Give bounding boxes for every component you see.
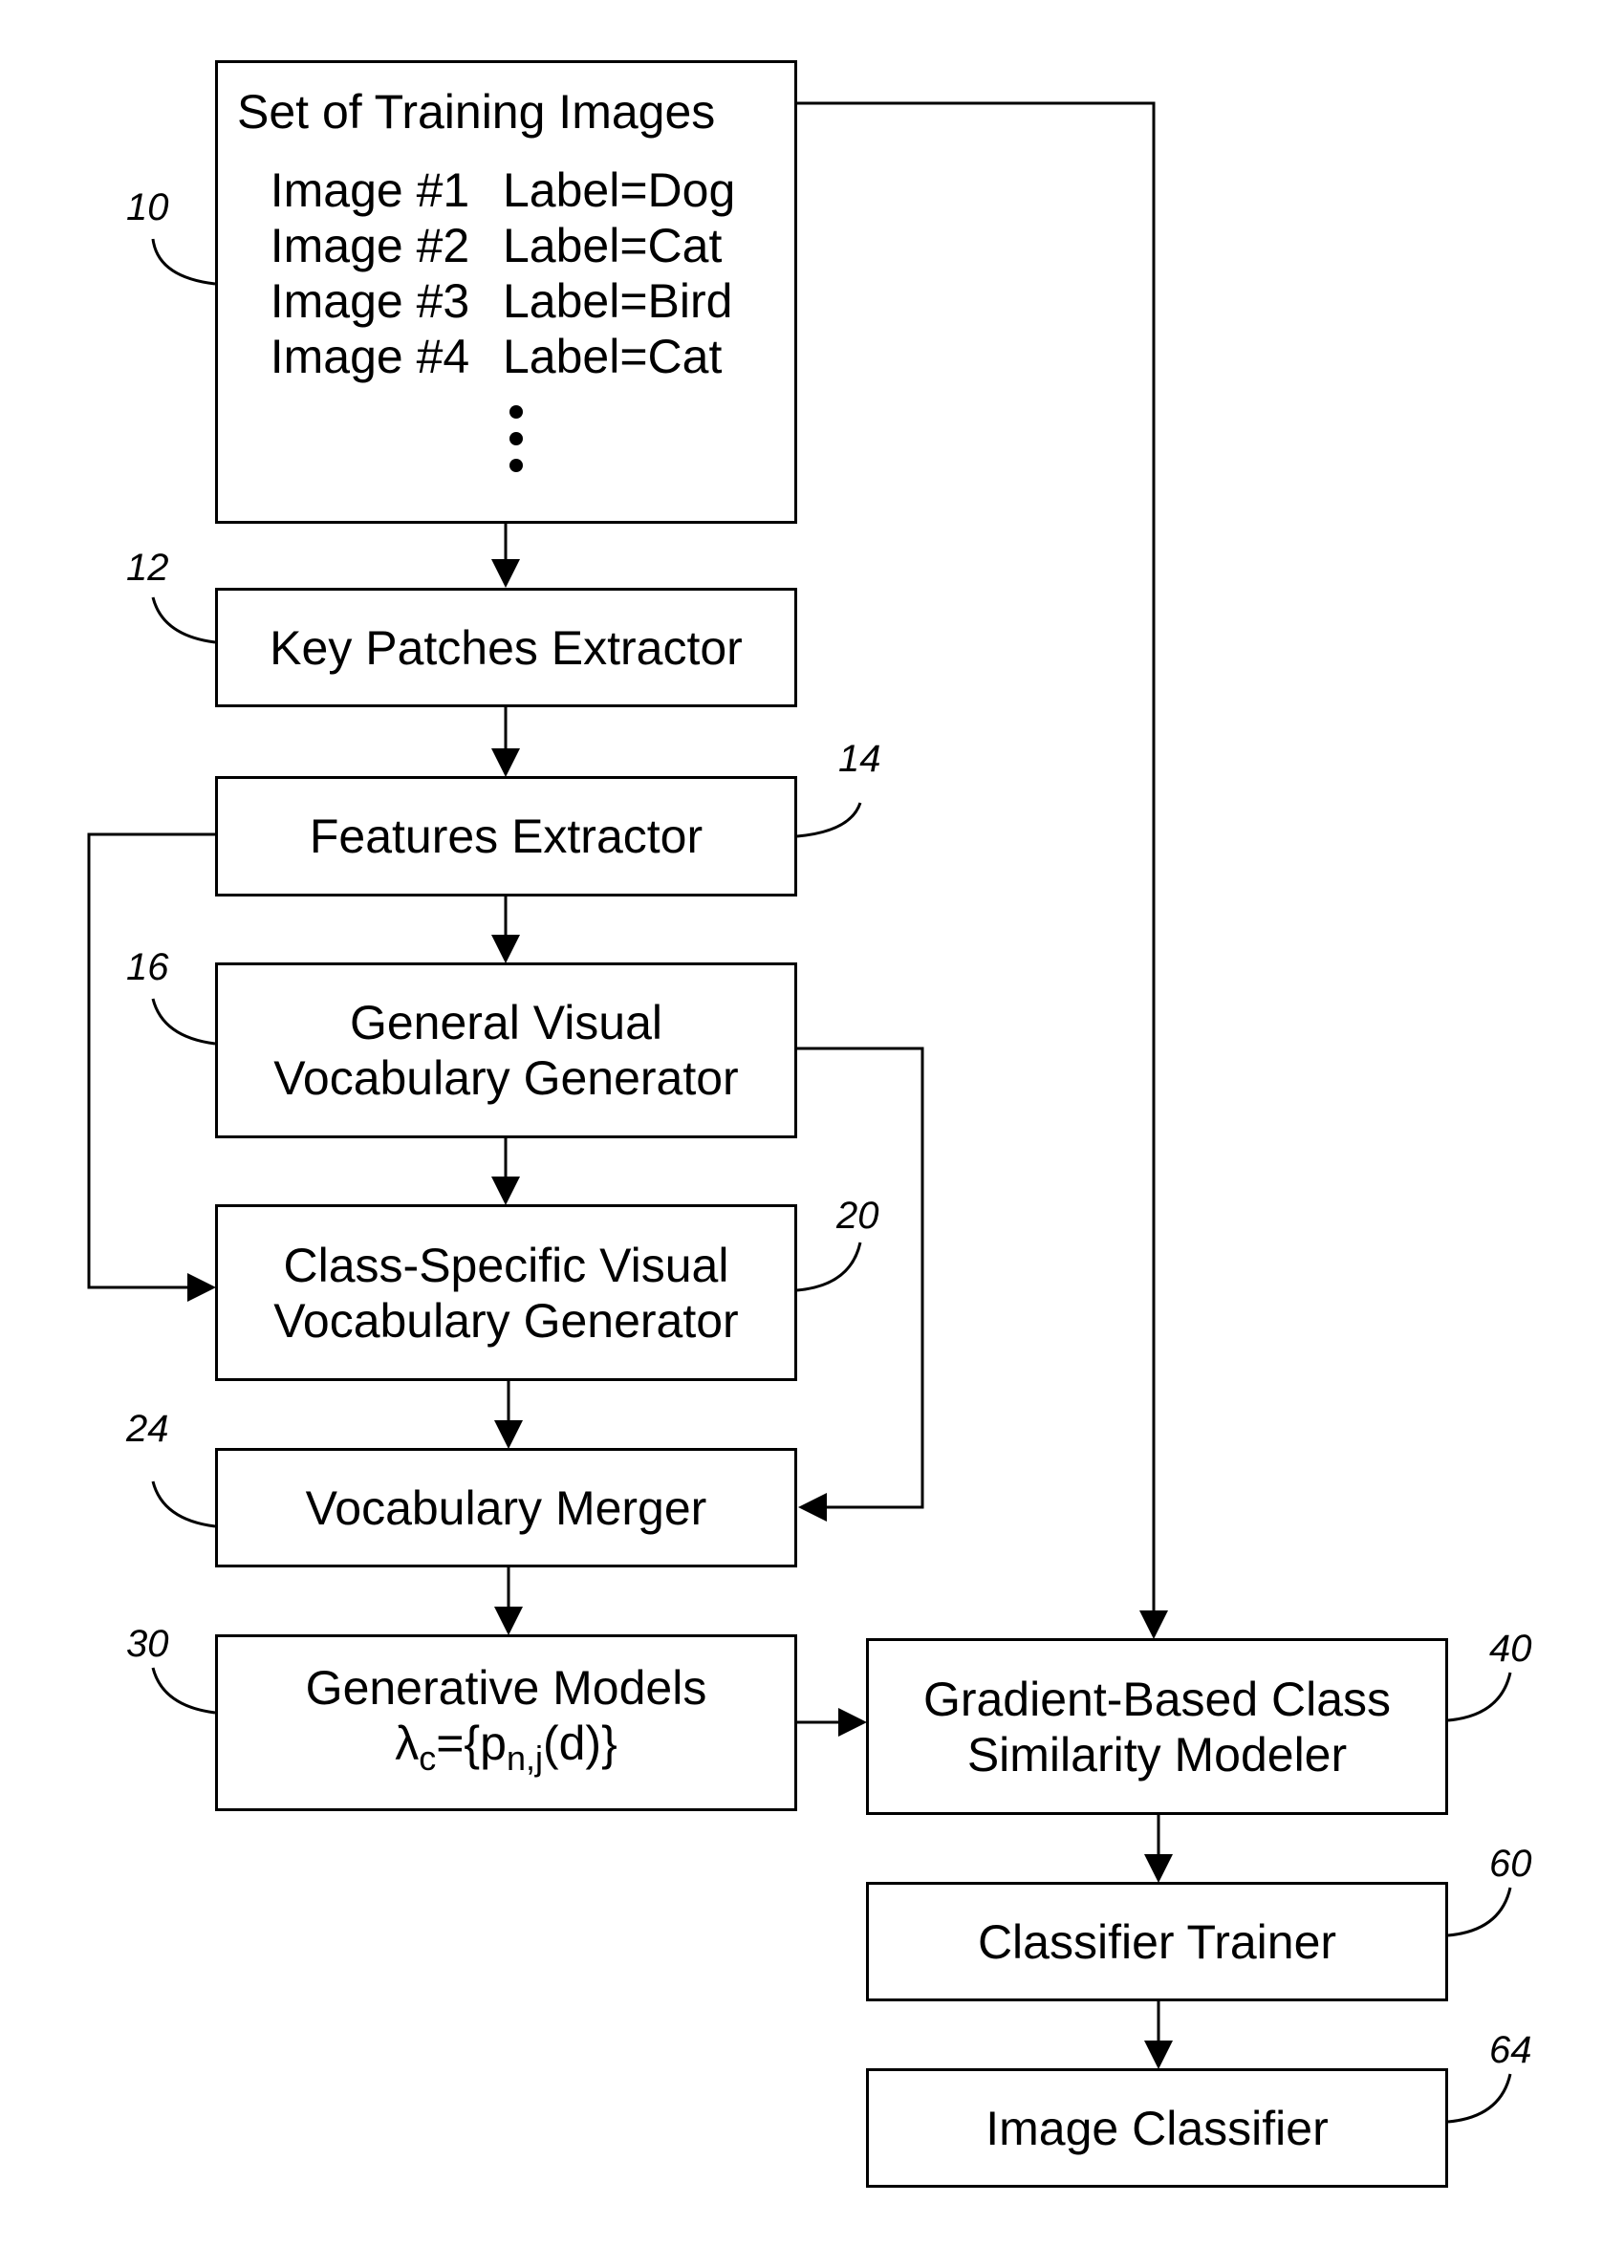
block-classifier-trainer: Classifier Trainer [866,1882,1448,2001]
leader-14 [796,802,862,838]
block-features-extractor: Features Extractor [215,776,797,896]
block-class-specific-vocabulary-generator: Class-Specific Visual Vocabulary Generato… [215,1204,797,1381]
list-item: Image #4 Label=Cat [270,330,723,383]
ref-label: 12 [126,547,169,589]
leader-40 [1447,1672,1512,1722]
block-general-visual-vocabulary-generator: General Visual Vocabulary Generator [215,962,797,1138]
leader-12 [151,596,216,644]
formula: λc={pn,j(d)} [395,1716,617,1778]
ref-label: 30 [126,1623,169,1665]
leader-10 [151,238,216,286]
ref-label: 10 [126,186,169,228]
block-vocabulary-merger: Vocabulary Merger [215,1448,797,1567]
arrow-16-24 [797,1047,924,1522]
leader-30 [151,1667,216,1715]
list-item: Image #1 Label=Dog [270,163,736,217]
block-title: Set of Training Images [237,85,716,139]
ref-label: 16 [126,946,169,988]
block-training-images: Set of Training Images Image #1 Label=Dog… [215,60,797,524]
arrow-14-20 [87,832,216,1302]
ellipsis-icon [509,405,523,472]
ref-label: 14 [838,738,881,780]
leader-64 [1447,2073,1512,2124]
ref-label: 40 [1489,1628,1532,1670]
block-class-similarity-modeler: Gradient-Based Class Similarity Modeler [866,1638,1448,1815]
ref-label: 20 [836,1195,879,1237]
list-item: Image #3 Label=Bird [270,274,733,328]
arrow-10-40 [797,101,1168,1639]
ref-label: 24 [126,1408,169,1450]
block-key-patches-extractor: Key Patches Extractor [215,588,797,707]
block-generative-models: Generative Models λc={pn,j(d)} [215,1634,797,1811]
ref-label: 60 [1489,1843,1532,1885]
block-image-classifier: Image Classifier [866,2068,1448,2188]
leader-20 [796,1242,862,1292]
leader-60 [1447,1887,1512,1937]
ref-label: 64 [1489,2029,1532,2071]
leader-24 [151,1480,216,1528]
list-item: Image #2 Label=Cat [270,219,723,272]
leader-16 [151,998,216,1046]
